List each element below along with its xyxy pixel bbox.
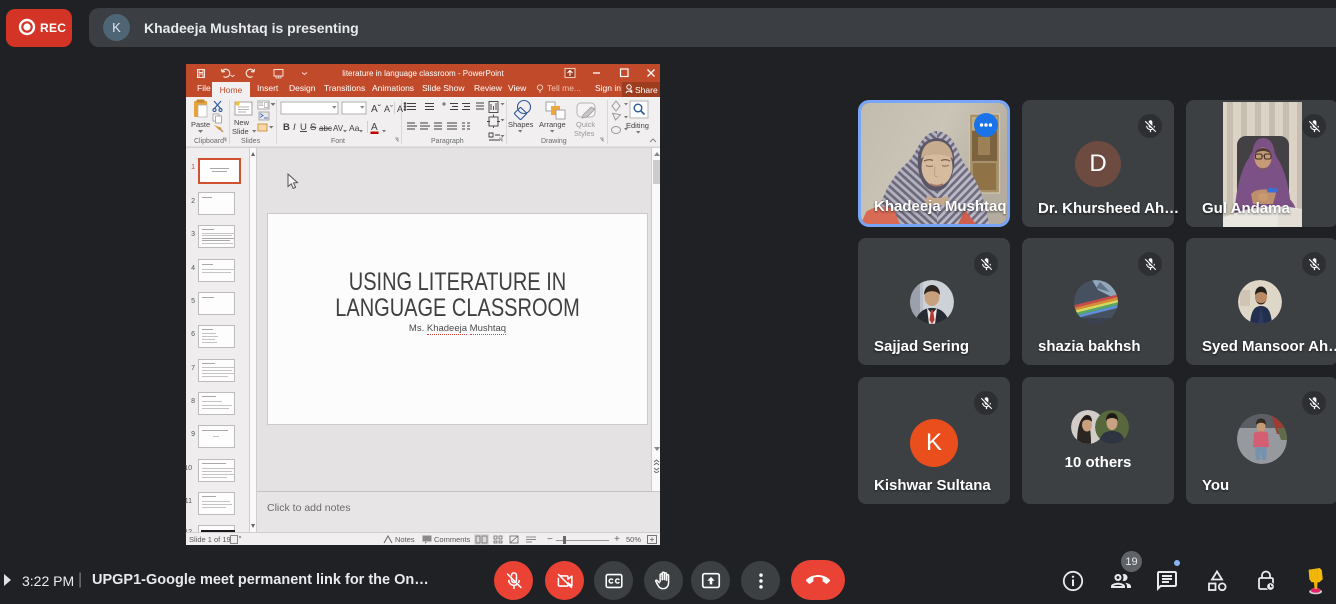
svg-text:U: U [300,122,307,133]
svg-text:Aˇ: Aˇ [371,103,382,115]
svg-text:Paste: Paste [191,120,210,129]
svg-text:Slides: Slides [241,138,261,145]
svg-text:A: A [397,104,403,114]
svg-text:I: I [293,122,296,133]
svg-text:Drawing: Drawing [541,138,567,145]
svg-text:Editing: Editing [626,121,649,130]
svg-text:Slide: Slide [232,127,249,136]
svg-text:Aˇ: Aˇ [384,104,393,114]
svg-text:Quick: Quick [576,120,595,129]
svg-text:Paragraph: Paragraph [431,138,464,145]
svg-text:S: S [310,122,316,133]
svg-text:abc: abc [319,124,332,133]
svg-text:Aa: Aa [349,123,360,133]
svg-text:A: A [371,122,378,133]
svg-text:B: B [283,122,290,133]
svg-text:Arrange: Arrange [539,120,566,129]
svg-text:Clipboard: Clipboard [194,138,224,145]
svg-text:New: New [234,118,250,127]
svg-text:AV: AV [333,124,344,133]
svg-text:Shapes: Shapes [508,120,534,129]
svg-text:Font: Font [331,138,345,145]
svg-text:Styles: Styles [574,129,595,138]
